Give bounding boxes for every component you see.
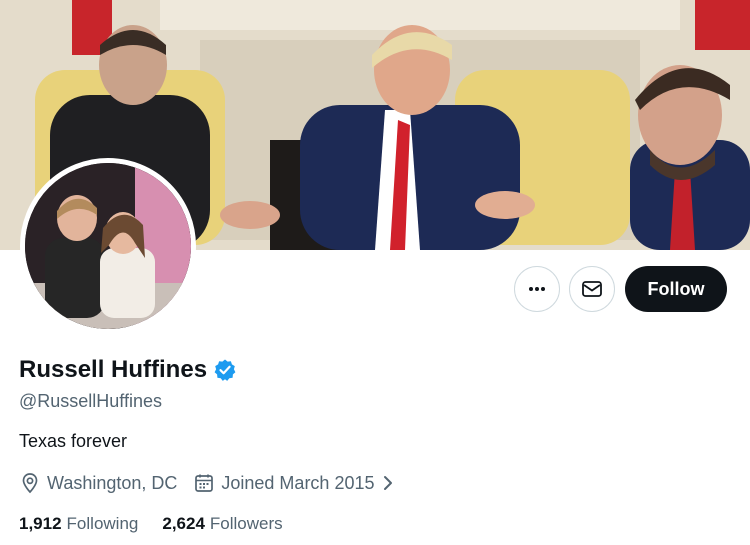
followers-link[interactable]: 2,624 Followers (162, 514, 282, 534)
message-button[interactable] (569, 266, 615, 312)
name-row: Russell Huffines (19, 356, 237, 384)
verified-badge-icon[interactable] (213, 358, 237, 382)
joined-text: Joined March 2015 (221, 472, 375, 493)
profile-avatar[interactable] (20, 158, 196, 334)
user-handle: @RussellHuffines (19, 391, 162, 411)
location-pin-icon (22, 473, 38, 494)
avatar-photo (25, 163, 191, 329)
following-link[interactable]: 1,912 Following (19, 514, 138, 534)
more-options-button[interactable] (514, 266, 560, 312)
location-item: Washington, DC (19, 472, 177, 494)
follow-button[interactable]: Follow (625, 266, 727, 312)
followers-label: Followers (209, 514, 283, 533)
profile-meta: Washington, DC Joined March 2015 (19, 472, 411, 494)
chevron-right-icon (383, 476, 392, 490)
follow-stats: 1,912 Following 2,624 Followers (19, 514, 307, 534)
more-icon (529, 287, 545, 291)
joined-date-item[interactable]: Joined March 2015 (193, 472, 394, 494)
profile-bio: Texas forever (19, 431, 128, 451)
following-label: Following (66, 514, 139, 533)
followers-count: 2,624 (162, 514, 205, 533)
display-name: Russell Huffines (19, 356, 208, 383)
envelope-icon (582, 281, 602, 297)
calendar-icon (195, 474, 214, 492)
location-text: Washington, DC (47, 472, 178, 493)
following-count: 1,912 (19, 514, 62, 533)
